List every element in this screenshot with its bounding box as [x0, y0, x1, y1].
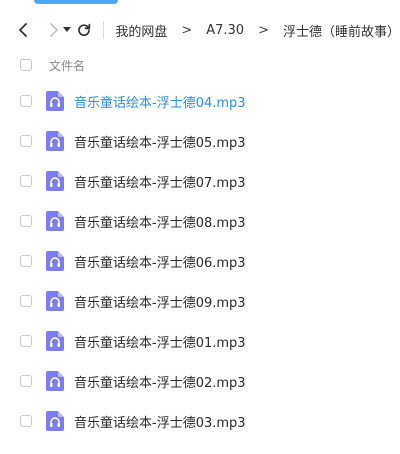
file-row[interactable]: 音乐童话绘本-浮士德05.mp3: [0, 121, 400, 161]
breadcrumb-item-folder[interactable]: A7.30: [206, 23, 244, 38]
file-row[interactable]: 音乐童话绘本-浮士德09.mp3: [0, 281, 400, 321]
active-tab-indicator: [34, 0, 118, 4]
breadcrumb-item-my-drive[interactable]: 我的网盘: [115, 21, 167, 40]
list-header: 文件名: [0, 52, 400, 78]
file-row[interactable]: 音乐童话绘本-浮士德07.mp3: [0, 161, 400, 201]
file-name: 音乐童话绘本-浮士德08.mp3: [74, 215, 246, 231]
breadcrumb: 我的网盘 > A7.30 > 浮士德（睡前故事）: [115, 21, 400, 40]
file-name: 音乐童话绘本-浮士德07.mp3: [74, 175, 246, 191]
file-checkbox[interactable]: [20, 335, 32, 347]
audio-file-icon: [46, 171, 64, 191]
caret-down-icon: [63, 27, 72, 32]
audio-file-icon: [46, 291, 64, 311]
file-checkbox[interactable]: [20, 295, 32, 307]
audio-file-icon: [46, 131, 64, 151]
select-all-checkbox[interactable]: [20, 59, 32, 71]
file-checkbox[interactable]: [20, 95, 32, 107]
file-checkbox[interactable]: [20, 375, 32, 387]
history-dropdown-button[interactable]: [63, 18, 73, 42]
file-name: 音乐童话绘本-浮士德01.mp3: [74, 335, 246, 351]
forward-button[interactable]: [44, 18, 60, 42]
file-list: 音乐童话绘本-浮士德04.mp3 音乐童话绘本-浮士德05.mp3 音乐童话绘本…: [0, 81, 400, 441]
file-row[interactable]: 音乐童话绘本-浮士德08.mp3: [0, 201, 400, 241]
toolbar-divider: [102, 21, 104, 39]
audio-file-icon: [46, 91, 64, 111]
file-checkbox[interactable]: [20, 215, 32, 227]
file-name: 音乐童话绘本-浮士德09.mp3: [74, 295, 246, 311]
audio-file-icon: [46, 331, 64, 351]
file-row[interactable]: 音乐童话绘本-浮士德01.mp3: [0, 321, 400, 361]
file-checkbox[interactable]: [20, 415, 32, 427]
file-name: 音乐童话绘本-浮士德02.mp3: [74, 375, 246, 391]
column-header-filename[interactable]: 文件名: [49, 57, 85, 74]
breadcrumb-separator: >: [258, 22, 269, 38]
audio-file-icon: [46, 251, 64, 271]
refresh-button[interactable]: [76, 18, 92, 42]
file-checkbox[interactable]: [20, 175, 32, 187]
audio-file-icon: [46, 211, 64, 231]
audio-file-icon: [46, 371, 64, 391]
audio-file-icon: [46, 411, 64, 431]
breadcrumb-separator: >: [181, 22, 193, 38]
file-row[interactable]: 音乐童话绘本-浮士德02.mp3: [0, 361, 400, 401]
file-row[interactable]: 音乐童话绘本-浮士德03.mp3: [0, 401, 400, 441]
file-checkbox[interactable]: [20, 135, 32, 147]
file-row[interactable]: 音乐童话绘本-浮士德06.mp3: [0, 241, 400, 281]
chevron-left-icon: [19, 23, 28, 37]
back-button[interactable]: [16, 18, 32, 42]
file-name: 音乐童话绘本-浮士德04.mp3: [74, 95, 246, 111]
refresh-icon: [78, 23, 91, 37]
chevron-right-icon: [49, 23, 58, 37]
file-checkbox[interactable]: [20, 255, 32, 267]
file-name: 音乐童话绘本-浮士德03.mp3: [74, 415, 246, 431]
navigation-toolbar: 我的网盘 > A7.30 > 浮士德（睡前故事）: [0, 8, 400, 52]
breadcrumb-item-current[interactable]: 浮士德（睡前故事）: [283, 21, 400, 40]
file-name: 音乐童话绘本-浮士德05.mp3: [74, 135, 246, 151]
file-row[interactable]: 音乐童话绘本-浮士德04.mp3: [0, 81, 400, 121]
file-name: 音乐童话绘本-浮士德06.mp3: [74, 255, 246, 271]
